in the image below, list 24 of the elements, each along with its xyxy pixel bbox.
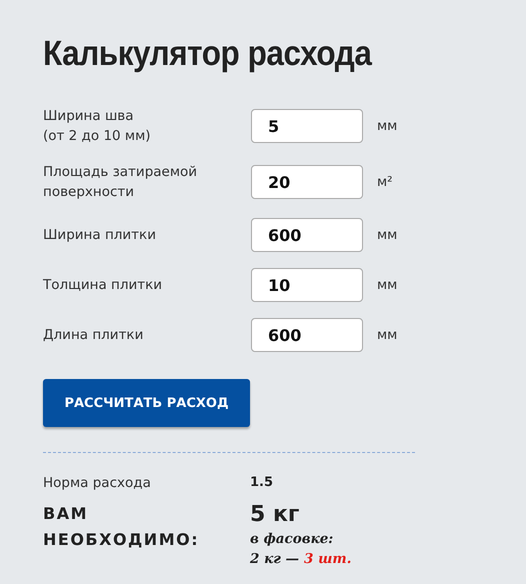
unit-label: мм xyxy=(377,277,398,293)
input-field[interactable]: 5 xyxy=(251,109,363,143)
package-count: 3 шт. xyxy=(304,550,352,569)
field-label: Длина плитки xyxy=(43,326,144,345)
input-field[interactable]: 20 xyxy=(251,165,363,199)
input-field[interactable]: 600 xyxy=(251,218,363,252)
rate-label: Норма расхода xyxy=(43,475,152,491)
unit-label: мм xyxy=(377,227,398,243)
field-label: Ширина плитки xyxy=(43,226,157,245)
field-label: Площадь затираемой поверхности xyxy=(43,163,198,202)
unit-label: мм xyxy=(377,118,398,134)
input-field[interactable]: 600 xyxy=(251,318,363,352)
package-size: 2 кг — xyxy=(250,550,300,569)
rate-value: 1.5 xyxy=(250,475,274,491)
unit-label: мм xyxy=(377,327,398,343)
field-label: Толщина плитки xyxy=(43,276,164,295)
calculate-button[interactable]: РАССЧИТАТЬ РАСХОД xyxy=(43,379,250,427)
unit-label: м² xyxy=(377,174,393,190)
field-label: Ширина шва (от 2 до 10 мм) xyxy=(43,107,152,146)
result-label: ВАМ НЕОБХОДИМО: xyxy=(43,503,200,551)
result-value: 5 кг xyxy=(250,501,300,529)
input-field[interactable]: 10 xyxy=(251,268,363,302)
page-title: Калькулятор расхода xyxy=(43,34,374,74)
packaging-label: в фасовке: xyxy=(250,530,334,549)
